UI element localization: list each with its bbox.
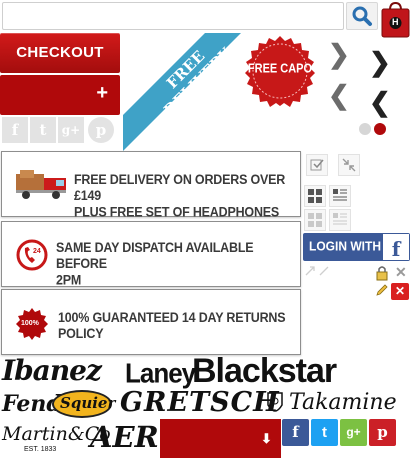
lock-icon[interactable]: [374, 265, 390, 281]
panel-1-line-1: FREE DELIVERY ON ORDERS OVER £149: [74, 172, 286, 204]
brand-takamine[interactable]: Takamine: [289, 392, 397, 414]
brand-blackstar[interactable]: Blackstar: [192, 354, 337, 388]
search-input[interactable]: [3, 3, 343, 29]
next-arrow-dark-icon[interactable]: ❯: [369, 49, 391, 75]
twitter-icon[interactable]: t: [30, 117, 56, 143]
brands-dropdown-button[interactable]: ⬇: [160, 419, 281, 458]
login-label: LOGIN WITH: [309, 238, 381, 254]
carousel-dot-1[interactable]: [359, 123, 371, 135]
carousel-dot-2[interactable]: [374, 123, 386, 135]
brand-ibanez[interactable]: Ibanez: [2, 357, 102, 385]
guarantee-seal-label: 100%: [21, 320, 39, 327]
grid-view-inactive-icon[interactable]: [304, 209, 326, 231]
search-box[interactable]: [2, 2, 344, 30]
facebook-logo-icon: f: [383, 234, 409, 261]
menu-toggle-button[interactable]: +: [0, 75, 120, 115]
brand-squier[interactable]: Squier: [60, 396, 115, 411]
info-panel-dispatch: 24 SAME DAY DISPATCH AVAILABLE BEFORE 2P…: [1, 221, 301, 288]
info-panel-delivery: FREE DELIVERY ON ORDERS OVER £149 PLUS F…: [1, 151, 301, 220]
list-view-inactive-icon[interactable]: [329, 209, 351, 231]
search-icon: [352, 6, 372, 26]
pencil-icon[interactable]: [375, 283, 389, 297]
panel-1-line-2: PLUS FREE SET OF HEADPHONES: [74, 204, 280, 220]
24-hour-phone-icon: 24: [16, 239, 48, 271]
prev-arrow-dark-icon[interactable]: ❮: [369, 89, 391, 115]
pinterest-share-icon[interactable]: p: [369, 419, 396, 446]
facebook-icon[interactable]: f: [2, 117, 28, 143]
next-arrow-icon[interactable]: ❯: [328, 41, 350, 67]
panel-3-line-2: POLICY: [58, 326, 104, 342]
info-panel-returns: 100% 100% GUARANTEED 14 DAY RETURNS POLI…: [1, 289, 301, 355]
down-arrow-icon: ⬇: [261, 431, 272, 446]
checkout-button[interactable]: CHECKOUT: [0, 33, 120, 73]
google-plus-share-icon[interactable]: g+: [340, 419, 367, 446]
brand-aer[interactable]: AER: [90, 423, 159, 452]
brand-laney[interactable]: Laney: [125, 359, 196, 386]
brand-martin-est: EST. 1833: [24, 446, 57, 453]
list-view-icon[interactable]: [329, 185, 351, 207]
close-red-icon[interactable]: ✕: [391, 283, 409, 300]
close-gray-icon[interactable]: ✕: [395, 264, 407, 281]
panel-2-line-2: 2PM: [56, 272, 82, 288]
search-button[interactable]: [346, 2, 378, 30]
collapse-tool-icon[interactable]: [338, 154, 360, 176]
shopping-bag-button[interactable]: H: [381, 1, 410, 38]
pinterest-icon[interactable]: p: [88, 117, 114, 143]
plus-icon: +: [96, 82, 108, 104]
twitter-share-icon[interactable]: t: [311, 419, 338, 446]
grid-view-icon[interactable]: [304, 185, 326, 207]
delivery-truck-icon: [16, 170, 66, 199]
guild-logo-icon: [267, 392, 283, 412]
login-with-facebook-button[interactable]: LOGIN WITH f: [303, 233, 410, 261]
panel-2-line-1: SAME DAY DISPATCH AVAILABLE BEFORE: [56, 240, 254, 272]
brand-gretsch[interactable]: GRETSCH: [120, 389, 280, 416]
free-capo-label: FREE CAPO: [247, 62, 313, 76]
free-delivery-ribbon: FREE DELIVERY: [123, 33, 241, 151]
panel-3-line-1: 100% GUARANTEED 14 DAY RETURNS: [58, 310, 286, 326]
svg-text:24: 24: [33, 248, 41, 255]
google-plus-icon[interactable]: g+: [58, 117, 84, 143]
facebook-share-icon[interactable]: f: [282, 419, 309, 446]
checkbox-tool-icon[interactable]: [306, 154, 328, 176]
edit-resize-icon[interactable]: [304, 265, 334, 277]
cart-badge: H: [392, 17, 399, 27]
prev-arrow-icon[interactable]: ❮: [328, 82, 350, 108]
